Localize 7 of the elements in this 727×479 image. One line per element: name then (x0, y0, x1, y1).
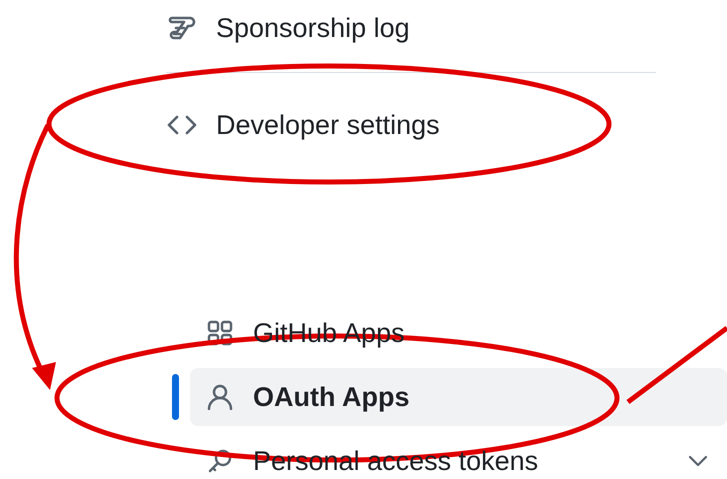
selection-bar (172, 374, 179, 420)
menu-item[interactable]: OAuth Apps (190, 368, 727, 426)
person-icon (207, 384, 233, 410)
menu-item[interactable]: Sponsorship log (166, 0, 656, 56)
apps-icon (207, 320, 233, 346)
key-icon (207, 448, 233, 474)
menu-item[interactable]: Developer settings (166, 97, 656, 153)
